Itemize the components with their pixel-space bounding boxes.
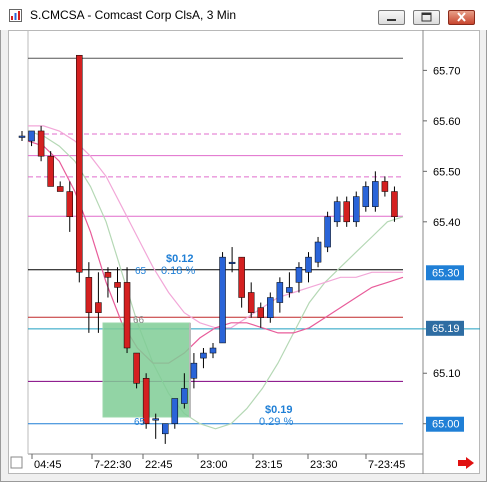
arrow-right-icon[interactable] xyxy=(458,457,474,469)
upper-price-annotation: $0.12 xyxy=(166,253,194,265)
candle-body[interactable] xyxy=(162,423,169,435)
time-tick-label: 23:15 xyxy=(255,459,283,471)
price-tick-label: 65.70 xyxy=(433,65,461,77)
indicator-bands xyxy=(27,125,404,430)
candle-body[interactable] xyxy=(324,216,331,248)
price-tick-label: 65.60 xyxy=(433,116,461,128)
candle-body[interactable] xyxy=(133,352,140,384)
candle-body[interactable] xyxy=(314,241,322,263)
candle-body[interactable] xyxy=(47,155,54,187)
candle-body[interactable] xyxy=(114,282,121,288)
candle-body[interactable] xyxy=(95,302,102,313)
candle-body[interactable] xyxy=(295,266,303,283)
candle-body[interactable] xyxy=(85,277,93,313)
candle-body[interactable] xyxy=(209,347,217,354)
candle-body[interactable] xyxy=(257,307,264,318)
candle-body[interactable] xyxy=(305,256,312,273)
close-icon xyxy=(457,12,466,22)
minimize-icon xyxy=(387,19,396,21)
restore-button[interactable] xyxy=(413,10,440,25)
candle-body[interactable] xyxy=(18,135,26,138)
price-chart[interactable]: $0.12 0.18 % 65 $0.19 0.29 % 65 66 65.70… xyxy=(8,30,480,474)
candle-body[interactable] xyxy=(333,201,341,223)
candle-body[interactable] xyxy=(238,256,245,298)
candle-body[interactable] xyxy=(123,282,131,349)
candle-body[interactable] xyxy=(104,272,112,278)
price-axis-labels: 65.70 65.60 65.50 65.40 65.10 65.00 xyxy=(423,65,461,431)
lower-pct-annotation: 0.29 % xyxy=(259,416,293,428)
candle-body[interactable] xyxy=(381,181,389,192)
candle-body[interactable] xyxy=(37,130,45,157)
time-tick-label: 23:30 xyxy=(310,459,338,471)
lower-price-annotation: $0.19 xyxy=(265,404,293,416)
candle-body[interactable] xyxy=(66,191,73,218)
candle-body[interactable] xyxy=(200,352,207,359)
price-tick-label: 65.40 xyxy=(433,217,461,229)
candle-body[interactable] xyxy=(276,282,284,303)
time-tick-label: 7-22:30 xyxy=(94,459,131,471)
candle-body[interactable] xyxy=(56,186,64,192)
candle-body[interactable] xyxy=(362,186,370,207)
indicator-band xyxy=(27,140,404,364)
price-badge-label: 65.30 xyxy=(432,267,460,279)
upper-pct-annotation: 0.18 % xyxy=(161,265,195,277)
close-button[interactable] xyxy=(448,10,475,25)
candle-body[interactable] xyxy=(286,287,293,293)
price-badges: 65.30 65.19 65.00 xyxy=(426,265,464,432)
candle-body[interactable] xyxy=(353,196,360,223)
candle-body[interactable] xyxy=(190,362,198,379)
minimize-button[interactable] xyxy=(378,10,405,25)
candle-body[interactable] xyxy=(267,297,274,318)
candle-body[interactable] xyxy=(171,398,179,424)
candle-body[interactable] xyxy=(219,256,226,344)
box-qty-annotation: 66 xyxy=(133,315,145,326)
price-tick-label: 65.50 xyxy=(433,166,461,178)
candle-body[interactable] xyxy=(247,292,255,313)
candle-body[interactable] xyxy=(152,418,159,421)
price-badge-label: 65.19 xyxy=(432,323,460,335)
chart-app-icon xyxy=(9,9,22,22)
candle-body[interactable] xyxy=(76,54,83,273)
corner-box[interactable] xyxy=(10,456,23,469)
candle-body[interactable] xyxy=(228,261,236,264)
price-badge-label: 65.00 xyxy=(432,419,460,431)
restore-icon xyxy=(421,12,432,22)
candle-body[interactable] xyxy=(181,388,188,404)
time-tick-label: 22:45 xyxy=(145,459,173,471)
candle-body[interactable] xyxy=(372,181,379,207)
time-tick-label: 04:45 xyxy=(34,459,62,471)
candle-body[interactable] xyxy=(28,130,35,142)
time-tick-label: 23:00 xyxy=(200,459,228,471)
candles xyxy=(18,54,398,444)
candle-body[interactable] xyxy=(343,201,350,223)
time-tick-label: 7-23:45 xyxy=(368,459,405,471)
lower-qty-annotation: 65 xyxy=(134,417,146,428)
price-tick-label: 65.10 xyxy=(433,368,461,380)
title-bar[interactable]: S.CMCSA - Comcast Corp ClsA, 3 Min xyxy=(0,0,487,30)
time-axis-labels: 04:45 7-22:30 22:45 23:00 23:15 23:30 7-23:45 xyxy=(31,454,405,471)
window-title: S.CMCSA - Comcast Corp ClsA, 3 Min xyxy=(30,8,237,22)
upper-qty-annotation: 65 xyxy=(135,266,147,277)
indicator-band xyxy=(27,130,404,430)
candle-body[interactable] xyxy=(391,191,398,218)
level-lines xyxy=(28,57,480,425)
